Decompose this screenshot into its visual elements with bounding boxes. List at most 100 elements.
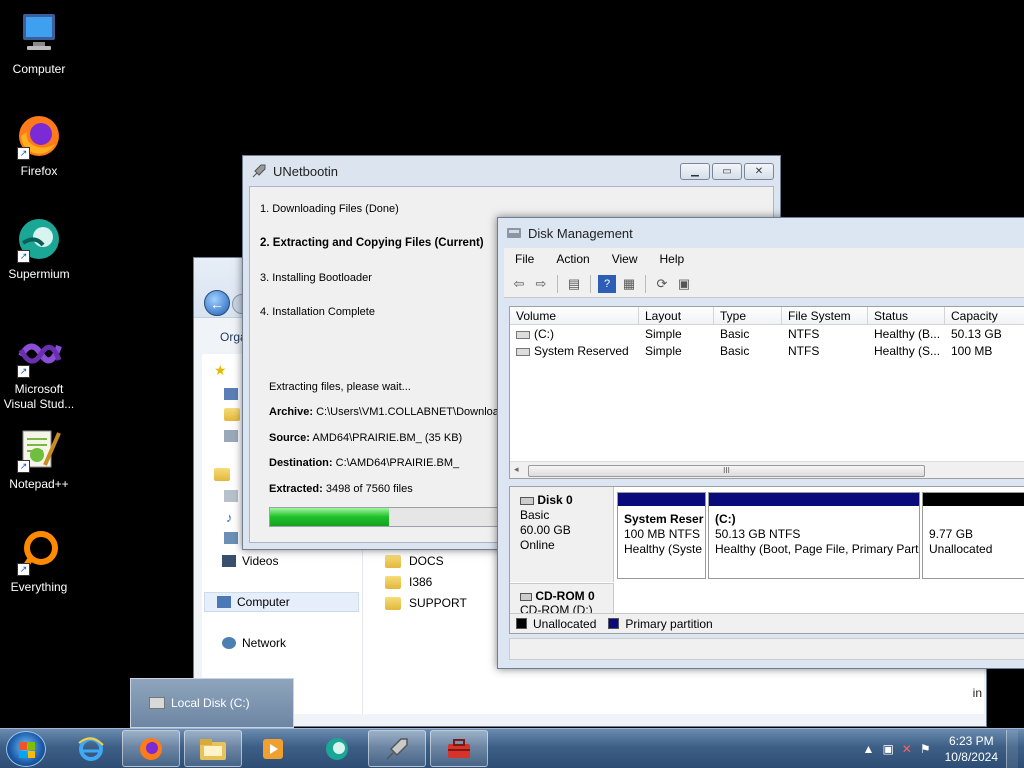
- firefox-taskbar-icon[interactable]: [122, 730, 180, 767]
- clock[interactable]: 6:23 PM 10/8/2024: [945, 733, 998, 765]
- nav-item-videos[interactable]: Videos: [222, 554, 278, 568]
- unetbootin-taskbar-icon[interactable]: [368, 730, 426, 767]
- disk-management-titlebar[interactable]: Disk Management: [498, 218, 1024, 248]
- archive-label: Archive:: [269, 406, 314, 418]
- cdrom-0-label[interactable]: CD-ROM 0 CD-ROM (D:): [510, 583, 614, 613]
- desktop-icon-visual-studio[interactable]: ↗ Microsoft Visual Stud...: [0, 330, 78, 412]
- archive-line: Archive: C:\Users\VM1.COLLABNET\Download…: [269, 406, 511, 418]
- column-header-capacity[interactable]: Capacity: [945, 307, 1024, 324]
- show-hide-console-icon[interactable]: ▤: [565, 275, 583, 293]
- recent-places-icon[interactable]: [224, 430, 238, 442]
- column-header-type[interactable]: Type: [714, 307, 782, 324]
- nav-item-computer[interactable]: Computer: [204, 592, 359, 612]
- folder-icon[interactable]: [224, 408, 240, 421]
- list-item[interactable]: SUPPORT: [385, 596, 467, 610]
- shortcut-arrow-icon: ↗: [17, 460, 30, 473]
- desktop-icon-label: Microsoft Visual Stud...: [3, 382, 75, 411]
- minimize-button[interactable]: ▁: [680, 163, 710, 180]
- menu-view[interactable]: View: [601, 252, 649, 266]
- extracted-value: 3498 of 7560 files: [325, 483, 413, 495]
- properties-icon[interactable]: ▦: [620, 275, 638, 293]
- media-player-icon[interactable]: [244, 730, 302, 767]
- horizontal-scrollbar[interactable]: ◂ III: [510, 461, 1024, 478]
- scrollbar-thumb[interactable]: III: [528, 465, 925, 477]
- everything-icon: ↗: [15, 528, 63, 576]
- drive-icon: [516, 347, 530, 356]
- table-row[interactable]: System Reserved Simple Basic NTFS Health…: [510, 342, 1024, 359]
- unallocated-swatch: [516, 618, 527, 629]
- source-value: AMD64\PRAIRIE.BM_ (35 KB): [312, 432, 463, 444]
- disk-0-label[interactable]: Disk 0 Basic 60.00 GB Online: [510, 487, 614, 582]
- disk-kind: Basic: [520, 508, 550, 522]
- desktop-icon-firefox[interactable]: ↗ Firefox: [0, 112, 78, 179]
- disk-management-window[interactable]: Disk Management File Action View Help ⇦ …: [497, 217, 1024, 669]
- network-tray-icon[interactable]: ▣: [882, 742, 893, 756]
- toolbox-taskbar-icon[interactable]: [430, 730, 488, 767]
- back-arrow-icon[interactable]: ←: [204, 290, 230, 316]
- maximize-button[interactable]: ▭: [712, 163, 742, 180]
- shortcut-arrow-icon: ↗: [17, 365, 30, 378]
- volume-muted-icon[interactable]: ✕: [902, 742, 912, 756]
- forward-arrow-icon[interactable]: ⇨: [532, 275, 550, 293]
- layout-cell: Simple: [645, 327, 682, 341]
- documents-icon[interactable]: [224, 490, 238, 502]
- start-button[interactable]: [6, 731, 46, 767]
- desktop-folder-icon[interactable]: [224, 388, 238, 400]
- menu-help[interactable]: Help: [649, 252, 696, 266]
- disk-graph-view: Disk 0 Basic 60.00 GB Online System Rese…: [509, 486, 1024, 634]
- show-desktop-button[interactable]: [1006, 730, 1018, 768]
- libraries-icon[interactable]: [214, 468, 230, 481]
- archive-value: C:\Users\VM1.COLLABNET\Downloads: [316, 406, 511, 418]
- favorites-star-icon[interactable]: ★: [214, 362, 227, 379]
- step-1: 1. Downloading Files (Done): [260, 203, 399, 215]
- ie-icon[interactable]: [62, 730, 120, 767]
- desktop-icon-label: Notepad++: [9, 477, 69, 491]
- desktop-icon-computer[interactable]: Computer: [0, 10, 78, 77]
- volume-list-header: Volume Layout Type File System Status Ca…: [510, 307, 1024, 325]
- column-header-file-system[interactable]: File System: [782, 307, 868, 324]
- volume-name: (C:): [534, 327, 554, 341]
- list-item[interactable]: DOCS: [385, 554, 444, 568]
- partition-bar: [618, 493, 705, 506]
- shortcut-arrow-icon: ↗: [17, 250, 30, 263]
- status-text: Extracting files, please wait...: [269, 381, 411, 393]
- nav-item-label: Network: [242, 636, 287, 650]
- cdrom-name: CD-ROM 0: [535, 589, 595, 603]
- help-icon[interactable]: ?: [598, 274, 616, 293]
- close-button[interactable]: ✕: [744, 163, 774, 180]
- column-header-volume[interactable]: Volume: [510, 307, 639, 324]
- supermium-taskbar-icon[interactable]: [308, 730, 366, 767]
- column-header-layout[interactable]: Layout: [639, 307, 714, 324]
- taskbar-thumbnail-preview[interactable]: Local Disk (C:): [130, 678, 294, 728]
- scroll-left-icon[interactable]: ◂: [514, 464, 519, 475]
- explorer-taskbar-icon[interactable]: [184, 730, 242, 767]
- table-row[interactable]: (C:) Simple Basic NTFS Healthy (B... 50.…: [510, 325, 1024, 342]
- action-center-flag-icon[interactable]: ⚑: [920, 742, 931, 756]
- desktop-icon-label: Everything: [10, 580, 68, 594]
- back-arrow-icon[interactable]: ⇦: [510, 275, 528, 293]
- partition-system-reserved[interactable]: System Reser 100 MB NTFS Healthy (Syste: [617, 492, 706, 579]
- menu-file[interactable]: File: [504, 252, 545, 266]
- refresh-icon[interactable]: ⟳: [653, 275, 671, 293]
- partition-c[interactable]: (C:) 50.13 GB NTFS Healthy (Boot, Page F…: [708, 492, 920, 579]
- column-header-status[interactable]: Status: [868, 307, 945, 324]
- menu-action[interactable]: Action: [545, 252, 600, 266]
- rescan-disks-icon[interactable]: ▣: [675, 275, 693, 293]
- partition-unallocated[interactable]: 9.77 GB Unallocated: [922, 492, 1024, 579]
- list-item[interactable]: I386: [385, 575, 432, 589]
- desktop-icon-notepadpp[interactable]: ↗ Notepad++: [0, 425, 78, 492]
- disk-size: 60.00 GB: [520, 523, 571, 537]
- music-icon[interactable]: ♪: [226, 510, 233, 525]
- show-hidden-icons-icon[interactable]: ▲: [863, 742, 875, 756]
- destination-label: Destination:: [269, 457, 333, 469]
- fs-cell: NTFS: [788, 327, 820, 341]
- preview-label: Local Disk (C:): [171, 696, 250, 710]
- desktop-icon-supermium[interactable]: ↗ Supermium: [0, 215, 78, 282]
- partition-status: Unallocated: [929, 542, 993, 556]
- nav-item-network[interactable]: Network: [222, 636, 286, 650]
- disk-management-icon: [507, 228, 521, 238]
- disk-icon: [520, 496, 534, 505]
- pictures-icon[interactable]: [224, 532, 238, 544]
- shortcut-arrow-icon: ↗: [17, 563, 30, 576]
- desktop-icon-everything[interactable]: ↗ Everything: [0, 528, 78, 595]
